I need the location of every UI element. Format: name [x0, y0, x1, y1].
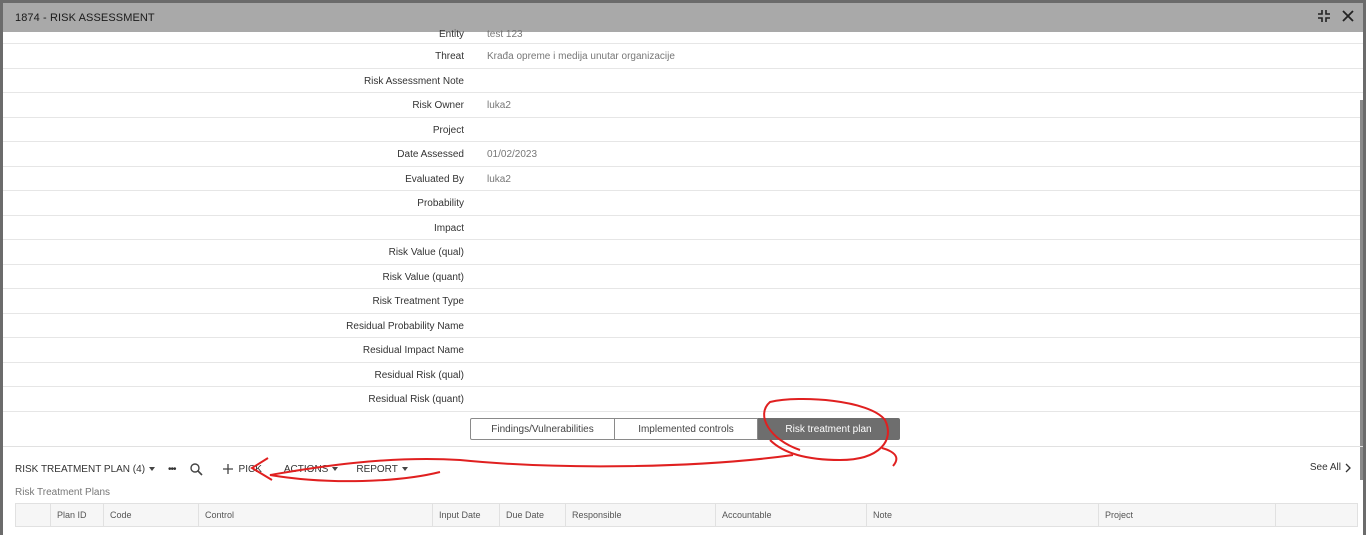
dialog-title: 1874 - RISK ASSESSMENT [15, 11, 155, 24]
column-header-control[interactable]: Control [199, 504, 433, 526]
caret-down-icon [149, 467, 156, 471]
see-all-label: See All [1309, 462, 1341, 473]
field-row-project: Project [3, 118, 1363, 142]
field-row-impact: Impact [3, 216, 1363, 240]
field-label: Evaluated By [405, 173, 464, 185]
field-label: Risk Value (quant) [382, 271, 464, 283]
vertical-scrollbar[interactable] [1360, 100, 1363, 480]
field-row-note: Risk Assessment Note [3, 69, 1363, 93]
field-label: Entity [438, 29, 464, 40]
caret-down-icon [332, 467, 339, 471]
plan-toolbar: RISK TREATMENT PLAN (4) ••• PICK ACTIONS… [15, 461, 408, 477]
field-row-risk-treatment-type: Risk Treatment Type [3, 289, 1363, 314]
see-all-link[interactable]: See All [1310, 462, 1351, 473]
field-value: luka2 [487, 100, 511, 111]
pick-button[interactable]: PICK [222, 463, 262, 475]
field-value: 01/02/2023 [487, 149, 538, 160]
plan-dropdown[interactable]: RISK TREATMENT PLAN (4) [15, 463, 156, 475]
field-label: Date Assessed [397, 149, 464, 160]
report-dropdown[interactable]: REPORT [356, 464, 408, 475]
field-label: Risk Assessment Note [363, 75, 464, 87]
column-header-plan-id[interactable]: Plan ID [51, 504, 104, 526]
tab-risk-treatment-plan[interactable]: Risk treatment plan [758, 418, 900, 440]
column-header-accountable[interactable]: Accountable [716, 504, 867, 526]
field-value: Krađa opreme i medija unutar organizacij… [487, 51, 675, 62]
column-header-input-date[interactable]: Input Date [433, 504, 500, 526]
field-label: Residual Risk (qual) [374, 369, 464, 381]
actions-label: ACTIONS [283, 463, 329, 475]
field-label: Residual Risk (quant) [368, 394, 464, 405]
field-label: Risk Value (qual) [388, 247, 464, 258]
collapse-icon[interactable] [1317, 9, 1331, 23]
tab-findings-vulnerabilities[interactable]: Findings/Vulnerabilities [470, 418, 615, 440]
field-label: Risk Owner [412, 100, 464, 111]
column-header-due-date[interactable]: Due Date [500, 504, 566, 526]
column-select[interactable] [16, 504, 51, 526]
field-row-date-assessed: Date Assessed 01/02/2023 [3, 142, 1363, 167]
caret-down-icon [401, 467, 408, 471]
plus-icon [222, 464, 233, 474]
field-row-risk-value-qual: Risk Value (qual) [3, 240, 1363, 265]
detail-tabs: Findings/Vulnerabilities Implemented con… [470, 418, 900, 440]
field-row-evaluated-by: Evaluated By luka2 [3, 167, 1363, 191]
more-options-button[interactable]: ••• [168, 464, 176, 475]
field-row-residual-risk-qual: Residual Risk (qual) [3, 363, 1363, 387]
field-value: luka2 [487, 173, 511, 185]
field-row-residual-risk-quant: Residual Risk (quant) [3, 387, 1363, 412]
field-label: Residual Probability Name [346, 320, 464, 332]
field-label: Residual Impact Name [362, 345, 464, 356]
risk-assessment-dialog: 1874 - RISK ASSESSMENT Entity test 123 T… [3, 3, 1363, 535]
section-title: Risk Treatment Plans [15, 487, 111, 498]
column-header-note[interactable]: Note [867, 504, 1099, 526]
column-header-project[interactable]: Project [1099, 504, 1276, 526]
actions-dropdown[interactable]: ACTIONS [283, 463, 339, 475]
field-row-residual-impact: Residual Impact Name [3, 338, 1363, 363]
risk-assessment-form: Entity test 123 Threat Krađa opreme i me… [3, 29, 1363, 412]
field-row-threat: Threat Krađa opreme i medija unutar orga… [3, 44, 1363, 69]
field-label: Impact [433, 222, 464, 234]
chevron-right-icon [1345, 463, 1351, 472]
field-label: Project [432, 124, 464, 136]
field-label: Probability [417, 198, 464, 209]
field-label: Threat [435, 51, 464, 62]
column-header-responsible[interactable]: Responsible [566, 504, 716, 526]
field-row-risk-value-quant: Risk Value (quant) [3, 265, 1363, 289]
close-icon[interactable] [1341, 9, 1355, 23]
field-value: test 123 [487, 29, 523, 40]
field-label: Risk Treatment Type [372, 296, 464, 307]
search-icon[interactable] [189, 462, 203, 476]
plan-dropdown-label: RISK TREATMENT PLAN (4) [15, 463, 146, 475]
field-row-residual-probability: Residual Probability Name [3, 314, 1363, 338]
grid-header: Plan ID Code Control Input Date Due Date… [15, 503, 1358, 527]
tab-implemented-controls[interactable]: Implemented controls [615, 418, 758, 440]
field-row-entity: Entity test 123 [3, 29, 1363, 44]
field-row-probability: Probability [3, 191, 1363, 216]
divider [3, 446, 1363, 447]
column-header-code[interactable]: Code [104, 504, 199, 526]
field-row-risk-owner: Risk Owner luka2 [3, 93, 1363, 118]
pick-label: PICK [238, 463, 262, 475]
column-header-extra[interactable] [1276, 504, 1351, 526]
report-label: REPORT [356, 463, 398, 475]
dialog-titlebar: 1874 - RISK ASSESSMENT [3, 3, 1363, 32]
